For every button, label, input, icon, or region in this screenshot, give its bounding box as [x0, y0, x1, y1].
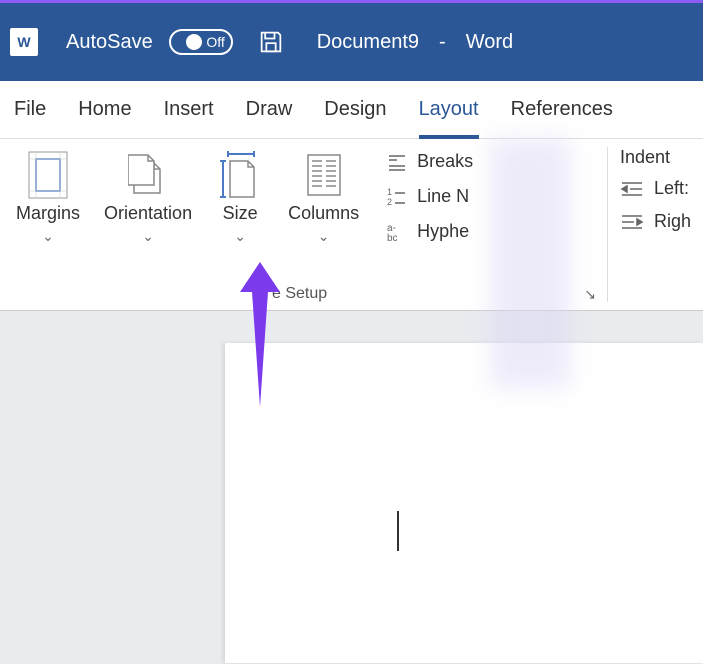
svg-text:2: 2 — [387, 197, 392, 207]
margins-button[interactable]: Margins ⌄ — [8, 147, 88, 282]
margins-label: Margins — [16, 203, 80, 224]
hyphenation-icon: a- bc — [387, 222, 407, 242]
line-numbers-label: Line N — [417, 186, 469, 207]
tab-file[interactable]: File — [14, 94, 46, 125]
app-name: Word — [466, 31, 513, 54]
tab-design[interactable]: Design — [324, 94, 386, 125]
indent-right-label: Righ — [654, 211, 691, 232]
tab-layout[interactable]: Layout — [419, 94, 479, 125]
line-numbers-icon: 1 2 — [387, 187, 407, 207]
indent-left-icon — [620, 179, 644, 199]
indent-left-row[interactable]: Left: — [620, 178, 691, 199]
indent-group: Indent Left: Righ — [608, 139, 703, 310]
tab-draw[interactable]: Draw — [246, 94, 293, 125]
autosave-label: AutoSave — [66, 31, 153, 54]
titlebar: W AutoSave Off Document9 - Word — [0, 3, 703, 81]
chevron-down-icon: ⌄ — [318, 228, 330, 245]
annotation-blur — [490, 138, 570, 388]
orientation-icon — [124, 151, 172, 199]
indent-left-label: Left: — [654, 178, 689, 199]
annotation-arrow — [230, 262, 290, 412]
document-page[interactable] — [225, 343, 703, 663]
ribbon-tabs: File Home Insert Draw Design Layout Refe… — [0, 81, 703, 139]
columns-label: Columns — [288, 203, 359, 224]
title-separator: - — [439, 31, 446, 54]
chevron-down-icon: ⌄ — [142, 228, 154, 245]
ribbon: Margins ⌄ Orientation ⌄ — [0, 139, 703, 311]
svg-text:bc: bc — [387, 233, 398, 242]
save-icon[interactable] — [257, 28, 285, 56]
document-canvas — [0, 311, 703, 664]
svg-text:1: 1 — [387, 187, 392, 197]
autosave-toggle[interactable]: Off — [169, 29, 233, 55]
size-label: Size — [223, 203, 258, 224]
hyphenation-label: Hyphe — [417, 221, 469, 242]
tab-references[interactable]: References — [511, 94, 613, 125]
text-cursor — [397, 511, 399, 551]
breaks-icon — [387, 152, 407, 172]
indent-header: Indent — [620, 147, 691, 168]
columns-icon — [300, 151, 348, 199]
tab-insert[interactable]: Insert — [164, 94, 214, 125]
page-setup-dialog-launcher[interactable]: ↘ — [584, 286, 596, 303]
breaks-label: Breaks — [417, 151, 473, 172]
autosave-state-text: Off — [206, 34, 224, 50]
columns-button[interactable]: Columns ⌄ — [280, 147, 367, 282]
document-name[interactable]: Document9 — [317, 31, 419, 54]
chevron-down-icon: ⌄ — [42, 228, 54, 245]
word-app-icon: W — [10, 28, 38, 56]
indent-right-row[interactable]: Righ — [620, 211, 691, 232]
orientation-button[interactable]: Orientation ⌄ — [96, 147, 200, 282]
indent-right-icon — [620, 212, 644, 232]
tab-home[interactable]: Home — [78, 94, 131, 125]
chevron-down-icon: ⌄ — [234, 228, 246, 245]
size-icon — [216, 151, 264, 199]
margins-icon — [24, 151, 72, 199]
orientation-label: Orientation — [104, 203, 192, 224]
